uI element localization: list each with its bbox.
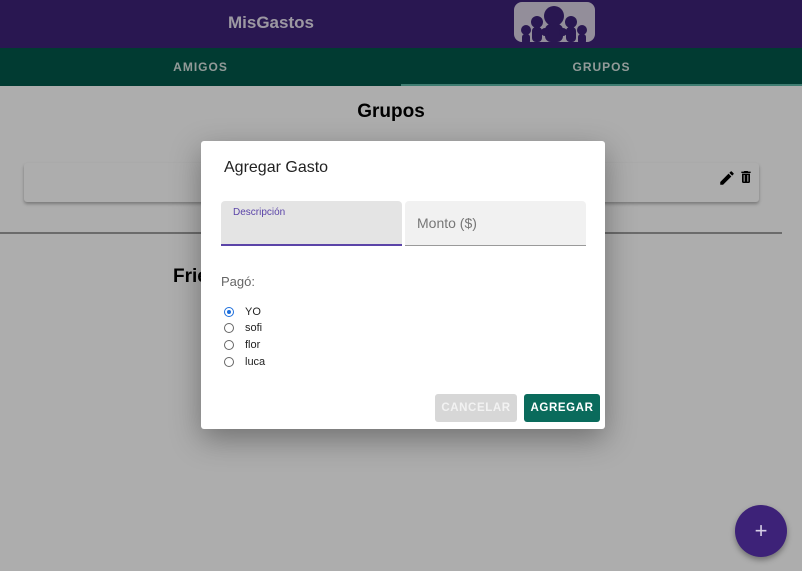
payer-option-label: luca (245, 356, 266, 368)
payer-option-yo[interactable]: YO (224, 304, 261, 320)
payer-option-label: YO (245, 306, 261, 318)
add-expense-button[interactable]: AGREGAR (524, 394, 600, 422)
payer-option-luca[interactable]: luca (224, 354, 265, 370)
dialog-title: Agregar Gasto (224, 159, 329, 176)
add-fab-button[interactable]: + (735, 505, 787, 557)
payer-option-label: flor (245, 339, 261, 351)
radio-button[interactable] (224, 357, 234, 367)
payer-option-label: sofi (245, 322, 263, 334)
paid-by-label: Pagó: (221, 274, 255, 289)
payer-option-sofi[interactable]: sofi (224, 320, 262, 336)
description-input[interactable] (233, 221, 393, 241)
radio-button[interactable] (224, 307, 234, 317)
radio-button[interactable] (224, 340, 234, 350)
amount-input[interactable] (417, 213, 577, 233)
radio-button[interactable] (224, 323, 234, 333)
payer-option-flor[interactable]: flor (224, 337, 260, 353)
amount-field[interactable] (405, 201, 586, 246)
add-expense-dialog: Agregar Gasto Descripción Pagó: YO sofi … (201, 141, 605, 429)
cancel-button[interactable]: CANCELAR (435, 394, 517, 422)
plus-icon: + (754, 518, 768, 543)
description-label: Descripción (233, 207, 286, 218)
description-field[interactable]: Descripción (221, 201, 402, 246)
